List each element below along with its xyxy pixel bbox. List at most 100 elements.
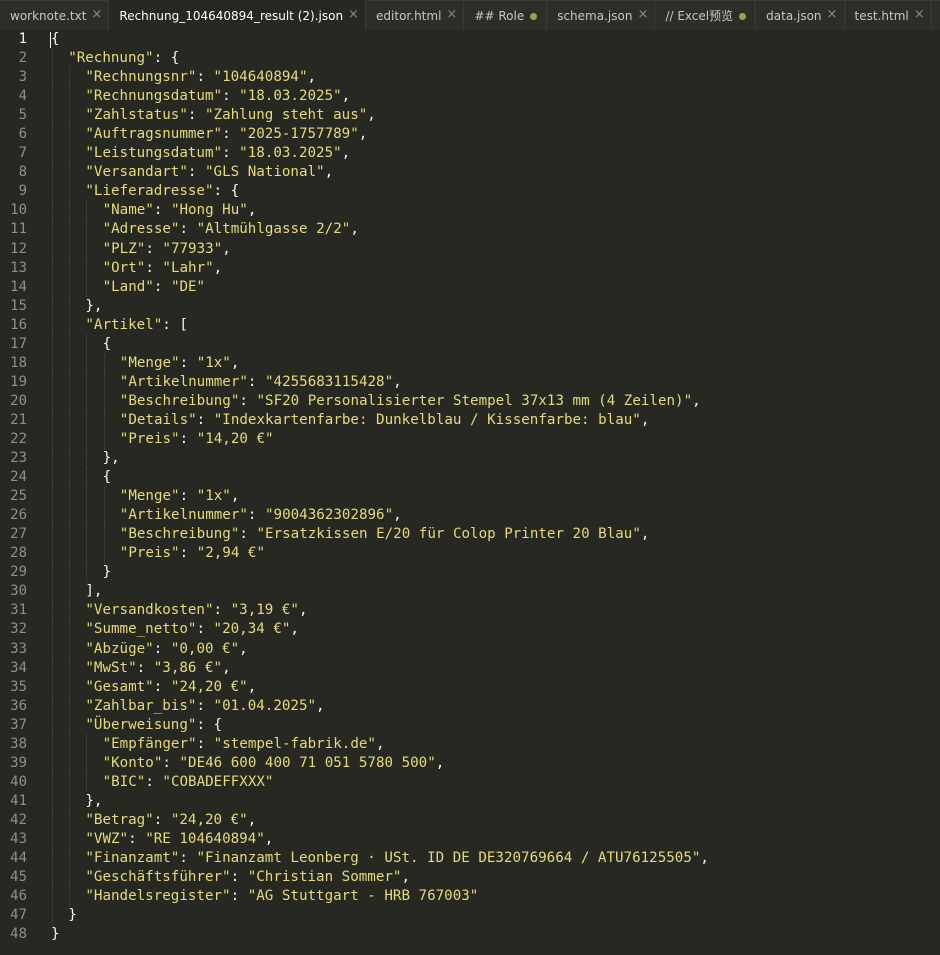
code-line[interactable]: 11 "Adresse": "Altmühlgasse 2/2", bbox=[0, 220, 940, 240]
code-line[interactable]: 3 "Rechnungsnr": "104640894", bbox=[0, 68, 940, 88]
json-string: "DE46 600 400 71 051 5780 500" bbox=[179, 754, 436, 771]
json-punctuation: : bbox=[128, 830, 146, 847]
code-line[interactable]: 24 { bbox=[0, 468, 940, 488]
indent-guide bbox=[69, 563, 71, 583]
code-line[interactable]: 47} bbox=[0, 906, 940, 926]
indent-guide bbox=[52, 449, 53, 469]
code-line[interactable]: 20 "Beschreibung": "SF20 Personalisierter… bbox=[0, 391, 940, 411]
indent-guide bbox=[69, 544, 71, 564]
code-line[interactable]: 8 "Versandart": "GLS National", bbox=[0, 163, 940, 183]
code-line[interactable]: 48} bbox=[0, 925, 940, 944]
json-punctuation: , bbox=[692, 392, 701, 409]
json-string: "2,94 €" bbox=[196, 545, 266, 562]
json-key: "Zahlbar_bis" bbox=[85, 697, 197, 714]
json-string: "104640894" bbox=[213, 69, 308, 86]
indent-guide bbox=[52, 372, 53, 392]
json-punctuation: , bbox=[341, 145, 351, 162]
line-number: 8 bbox=[18, 164, 27, 181]
code-line[interactable]: 17 { bbox=[0, 334, 940, 354]
tab-6[interactable]: data.json × bbox=[756, 0, 845, 30]
close-icon[interactable]: × bbox=[827, 8, 838, 21]
code-line[interactable]: 2 "Rechnung": { bbox=[0, 49, 940, 69]
code-line[interactable]: 4 "Rechnungsdatum": "18.03.2025", bbox=[0, 87, 940, 107]
close-icon[interactable]: × bbox=[637, 8, 648, 21]
tab-3[interactable]: ## Role bbox=[464, 0, 548, 30]
code-line[interactable]: 18 "Menge": "1x", bbox=[0, 353, 940, 373]
code-line[interactable]: 42 "Betrag": "24,20 €", bbox=[0, 810, 940, 830]
code-line[interactable]: 40 "BIC": "COBADEFFXXX" bbox=[0, 772, 940, 792]
code-line[interactable]: 14 "Land": "DE" bbox=[0, 277, 940, 297]
code-line[interactable]: 45 "Geschäftsführer": "Christian Sommer", bbox=[0, 868, 940, 888]
code-line[interactable]: 33 "Abzüge": "0,00 €", bbox=[0, 639, 940, 659]
code-line[interactable]: 23}, bbox=[0, 449, 940, 469]
close-icon[interactable]: × bbox=[348, 8, 359, 21]
code-line[interactable]: 25 "Menge": "1x", bbox=[0, 487, 940, 507]
json-string: "GLS National" bbox=[204, 164, 325, 181]
code-line[interactable]: 26 "Artikelnummer": "9004362302896", bbox=[0, 506, 940, 526]
indent-guide bbox=[86, 258, 88, 278]
tab-0[interactable]: worknote.txt × bbox=[0, 0, 110, 30]
close-icon[interactable]: × bbox=[446, 8, 457, 21]
code-line[interactable]: 6 "Auftragsnummer": "2025-1757789", bbox=[0, 125, 940, 145]
code-line[interactable]: 28 "Preis": "2,94 €" bbox=[0, 544, 940, 564]
code-line[interactable]: 15}, bbox=[0, 296, 940, 316]
code-line[interactable]: 38 "Empfänger": "stempel-fabrik.de", bbox=[0, 734, 940, 754]
code-line[interactable]: 12 "PLZ": "77933", bbox=[0, 239, 940, 259]
code-line[interactable]: 16 "Artikel": [ bbox=[0, 315, 940, 335]
tab-1[interactable]: Rechnung_104640894_result (2).json × bbox=[109, 0, 367, 30]
json-punctuation: { bbox=[102, 335, 112, 352]
code-text: }, bbox=[85, 792, 102, 811]
json-punctuation: , bbox=[247, 202, 257, 219]
code-line[interactable]: 21 "Details": "Indexkartenfarbe: Dunkelbl… bbox=[0, 410, 940, 430]
json-string: "18.03.2025" bbox=[239, 145, 342, 162]
unsaved-dot-icon[interactable] bbox=[530, 13, 538, 20]
json-punctuation: , bbox=[341, 88, 351, 105]
close-icon[interactable]: × bbox=[91, 8, 102, 21]
code-line[interactable]: 9 "Lieferadresse": { bbox=[0, 182, 940, 202]
close-icon[interactable]: × bbox=[914, 8, 925, 21]
code-line[interactable]: 34 "MwSt": "3,86 €", bbox=[0, 658, 940, 678]
code-line[interactable]: 10 "Name": "Hong Hu", bbox=[0, 201, 940, 221]
code-line[interactable]: 19 "Artikelnummer": "4255683115428", bbox=[0, 372, 940, 392]
code-text: "Beschreibung": "Ersatzkissen E/20 für C… bbox=[120, 525, 650, 544]
tab-4[interactable]: schema.json × bbox=[547, 0, 656, 30]
indent-guide bbox=[69, 353, 71, 373]
json-punctuation: : bbox=[162, 754, 180, 771]
code-line[interactable]: 31 "Versandkosten": "3,19 €", bbox=[0, 601, 940, 621]
indent-guide bbox=[69, 220, 71, 240]
code-line[interactable]: 29} bbox=[0, 563, 940, 583]
json-key: "MwSt" bbox=[85, 659, 137, 676]
tab-7[interactable]: test.html × bbox=[844, 0, 932, 30]
code-line[interactable]: 36 "Zahlbar_bis": "01.04.2025", bbox=[0, 696, 940, 716]
code-line[interactable]: 27 "Beschreibung": "Ersatzkissen E/20 für… bbox=[0, 525, 940, 545]
json-key: "Beschreibung" bbox=[119, 392, 240, 409]
code-line[interactable]: 37 "Überweisung": { bbox=[0, 715, 940, 735]
code-line[interactable]: 43 "VWZ": "RE 104640894", bbox=[0, 829, 940, 850]
code-line[interactable]: 5 "Zahlstatus": "Zahlung steht aus", bbox=[0, 106, 940, 126]
line-number: 38 bbox=[10, 735, 27, 752]
tab-2[interactable]: editor.html × bbox=[366, 0, 465, 30]
code-line[interactable]: 22 "Preis": "14,20 €" bbox=[0, 429, 940, 450]
line-number: 30 bbox=[10, 583, 27, 600]
code-line[interactable]: 46 "Handelsregister": "AG Stuttgart - HRB… bbox=[0, 887, 940, 907]
code-line[interactable]: 44 "Finanzamt": "Finanzamt Leonberg · USt… bbox=[0, 849, 940, 869]
code-text: "Abzüge": "0,00 €", bbox=[85, 640, 247, 659]
tab-8[interactable]: 如何 bbox=[931, 0, 940, 30]
code-line[interactable]: 41}, bbox=[0, 791, 940, 811]
json-punctuation: : bbox=[145, 259, 163, 276]
code-line[interactable]: 35 "Gesamt": "24,20 €", bbox=[0, 677, 940, 697]
json-punctuation: } bbox=[68, 907, 77, 924]
line-number: 47 bbox=[10, 907, 27, 924]
code-line[interactable]: 1{ bbox=[0, 30, 940, 49]
code-line[interactable]: 32 "Summe_netto": "20,34 €", bbox=[0, 620, 940, 640]
code-line[interactable]: 7 "Leistungsdatum": "18.03.2025", bbox=[0, 144, 940, 164]
tab-5[interactable]: // Excel预览 bbox=[655, 0, 757, 30]
code-editor[interactable]: 1{2 "Rechnung": {3 "Rechnungsnr": "1046408… bbox=[0, 30, 940, 955]
code-line[interactable]: 13 "Ort": "Lahr", bbox=[0, 258, 940, 278]
line-number: 42 bbox=[10, 811, 27, 828]
code-line[interactable]: 39 "Konto": "DE46 600 400 71 051 5780 500… bbox=[0, 753, 940, 773]
json-key: "Adresse" bbox=[102, 221, 180, 238]
unsaved-dot-icon[interactable] bbox=[739, 13, 747, 20]
code-line[interactable]: 30], bbox=[0, 582, 940, 602]
json-string: "1x" bbox=[196, 354, 231, 371]
